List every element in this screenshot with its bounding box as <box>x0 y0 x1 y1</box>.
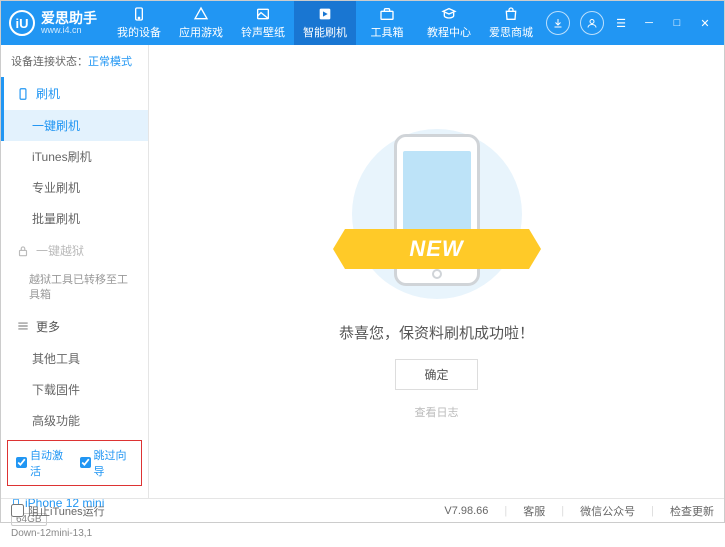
top-tabs: 我的设备 应用游戏 铃声壁纸 智能刷机 工具箱 教程中心 <box>108 1 542 45</box>
tab-store[interactable]: 爱思商城 <box>480 1 542 45</box>
wechat-link[interactable]: 微信公众号 <box>580 503 635 519</box>
footer: 阻止iTunes运行 V7.98.66 | 客服 | 微信公众号 | 检查更新 <box>1 498 724 522</box>
tab-toolbox[interactable]: 工具箱 <box>356 1 418 45</box>
download-icon <box>552 17 564 29</box>
tab-my-device[interactable]: 我的设备 <box>108 1 170 45</box>
footer-check-label: 阻止iTunes运行 <box>28 503 105 519</box>
nav-download-firmware[interactable]: 下载固件 <box>1 374 148 405</box>
update-link[interactable]: 检查更新 <box>670 503 714 519</box>
user-button[interactable] <box>580 11 604 35</box>
nav-itunes-flash[interactable]: iTunes刷机 <box>1 141 148 172</box>
apps-icon <box>193 6 209 22</box>
main-content: NEW 恭喜您，保资料刷机成功啦！ 确定 查看日志 <box>149 45 724 498</box>
success-message: 恭喜您，保资料刷机成功啦！ <box>339 322 534 343</box>
app-window: iU 爱思助手 www.i4.cn 我的设备 应用游戏 铃声壁纸 智能刷机 <box>0 0 725 523</box>
connection-status: 设备连接状态：正常模式 <box>1 45 148 77</box>
minimize-button[interactable]: ─ <box>638 12 660 34</box>
device-sub: Down-12mini-13,1 <box>11 528 138 539</box>
conn-mode: 正常模式 <box>88 56 132 68</box>
tab-flash[interactable]: 智能刷机 <box>294 1 356 45</box>
nav-section-label: 更多 <box>36 318 60 335</box>
menu-button[interactable]: ☰ <box>610 12 632 34</box>
version-label: V7.98.66 <box>444 505 488 517</box>
new-banner: NEW <box>345 229 529 269</box>
success-illustration: NEW <box>337 124 537 304</box>
jailbreak-note: 越狱工具已转移至工具箱 <box>1 267 148 310</box>
tab-label: 我的设备 <box>117 24 161 40</box>
skip-guide-checkbox[interactable] <box>80 457 91 468</box>
maximize-button[interactable]: □ <box>666 12 688 34</box>
brand: iU 爱思助手 www.i4.cn <box>9 10 108 36</box>
list-icon <box>16 319 30 333</box>
nav-one-click-flash[interactable]: 一键刷机 <box>1 110 148 141</box>
wallpaper-icon <box>255 6 271 22</box>
lock-icon <box>16 244 30 258</box>
download-button[interactable] <box>546 11 570 35</box>
tab-tutorials[interactable]: 教程中心 <box>418 1 480 45</box>
logo-icon: iU <box>9 10 35 36</box>
flash-icon <box>317 6 333 22</box>
user-icon <box>586 17 598 29</box>
block-itunes-check[interactable]: 阻止iTunes运行 <box>11 503 105 519</box>
close-button[interactable]: ✕ <box>694 12 716 34</box>
tab-label: 智能刷机 <box>303 24 347 40</box>
tab-apps[interactable]: 应用游戏 <box>170 1 232 45</box>
body: 设备连接状态：正常模式 刷机 一键刷机 iTunes刷机 专业刷机 批量刷机 一… <box>1 45 724 498</box>
nav-advanced[interactable]: 高级功能 <box>1 405 148 436</box>
nav-section-label: 一键越狱 <box>36 242 84 259</box>
nav-section-more[interactable]: 更多 <box>1 310 148 343</box>
nav-section-flash[interactable]: 刷机 <box>1 77 148 110</box>
tab-label: 应用游戏 <box>179 24 223 40</box>
nav-section-jailbreak[interactable]: 一键越狱 <box>1 234 148 267</box>
brand-url: www.i4.cn <box>41 25 97 35</box>
sidebar: 设备连接状态：正常模式 刷机 一键刷机 iTunes刷机 专业刷机 批量刷机 一… <box>1 45 149 498</box>
auto-activate-checkbox[interactable] <box>16 457 27 468</box>
block-itunes-checkbox[interactable] <box>11 504 24 517</box>
check-label: 自动激活 <box>30 447 70 479</box>
tab-ringtones[interactable]: 铃声壁纸 <box>232 1 294 45</box>
view-log-link[interactable]: 查看日志 <box>415 404 459 420</box>
phone-icon <box>16 87 30 101</box>
tutorial-icon <box>441 6 457 22</box>
conn-label: 设备连接状态： <box>11 56 88 68</box>
device-icon <box>131 6 147 22</box>
skip-guide-check[interactable]: 跳过向导 <box>80 447 134 479</box>
nav-pro-flash[interactable]: 专业刷机 <box>1 172 148 203</box>
tab-label: 教程中心 <box>427 24 471 40</box>
titlebar: iU 爱思助手 www.i4.cn 我的设备 应用游戏 铃声壁纸 智能刷机 <box>1 1 724 45</box>
nav-other-tools[interactable]: 其他工具 <box>1 343 148 374</box>
check-label: 跳过向导 <box>94 447 134 479</box>
brand-name: 爱思助手 <box>41 11 97 25</box>
auto-activate-check[interactable]: 自动激活 <box>16 447 70 479</box>
tab-label: 爱思商城 <box>489 24 533 40</box>
window-controls: ☰ ─ □ ✕ <box>542 11 716 35</box>
options-box: 自动激活 跳过向导 <box>7 440 142 486</box>
nav-section-label: 刷机 <box>36 85 60 102</box>
store-icon <box>503 6 519 22</box>
service-link[interactable]: 客服 <box>523 503 545 519</box>
toolbox-icon <box>379 6 395 22</box>
tab-label: 工具箱 <box>371 24 404 40</box>
nav-batch-flash[interactable]: 批量刷机 <box>1 203 148 234</box>
tab-label: 铃声壁纸 <box>241 24 285 40</box>
ok-button[interactable]: 确定 <box>395 359 477 390</box>
